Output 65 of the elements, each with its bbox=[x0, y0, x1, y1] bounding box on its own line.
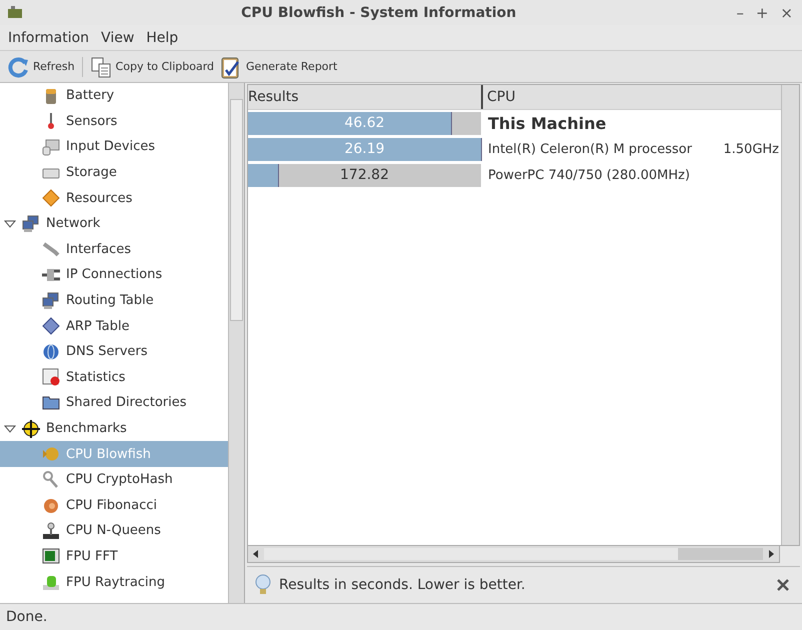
window-control[interactable]: – bbox=[733, 4, 747, 22]
menu-item[interactable]: Information bbox=[2, 30, 96, 46]
folder-icon bbox=[42, 394, 60, 412]
tree-item[interactable]: CPU CryptoHash bbox=[0, 466, 228, 492]
tree-item[interactable]: Storage bbox=[0, 160, 228, 186]
close-icon[interactable] bbox=[776, 578, 790, 592]
copy-icon bbox=[90, 56, 112, 78]
table-cell: PowerPC 740/750 (280.00MHz) bbox=[488, 168, 690, 182]
diamond-icon bbox=[42, 317, 60, 336]
lightbulb-icon bbox=[255, 574, 271, 596]
tree-item[interactable]: Sensors bbox=[0, 108, 228, 134]
tree-item[interactable]: Battery bbox=[0, 83, 228, 109]
tree-item[interactable]: DNS Servers bbox=[0, 338, 228, 365]
globe-icon bbox=[42, 342, 60, 361]
menu-item[interactable]: Help bbox=[140, 30, 184, 46]
tablet-icon bbox=[42, 138, 60, 156]
tree-item[interactable]: Shared Directories bbox=[0, 390, 228, 416]
tree-item[interactable]: Network bbox=[0, 210, 228, 237]
chart-table-icon bbox=[42, 368, 60, 386]
toolbar-button[interactable]: Refresh bbox=[4, 56, 78, 78]
computers-icon bbox=[42, 292, 60, 310]
tree-item[interactable]: Routing Table bbox=[0, 288, 228, 314]
result-bar: 46.62 bbox=[248, 112, 481, 134]
left-arrow-icon[interactable] bbox=[252, 549, 260, 559]
scrollbar[interactable] bbox=[228, 83, 244, 603]
tree-item[interactable]: Input Devices bbox=[0, 134, 228, 160]
window-control[interactable]: × bbox=[777, 4, 796, 22]
right-arrow-icon[interactable] bbox=[767, 549, 775, 559]
tree-item[interactable]: Benchmarks bbox=[0, 416, 228, 442]
table-cell: Intel(R) Celeron(R) M processor bbox=[488, 142, 692, 156]
scrollbar[interactable] bbox=[247, 546, 780, 563]
scrollbar[interactable] bbox=[781, 85, 799, 545]
fish-icon bbox=[42, 445, 60, 464]
tree-item[interactable]: FPU Raytracing bbox=[0, 569, 228, 595]
cylinder-icon bbox=[42, 573, 60, 592]
computers-icon bbox=[22, 214, 40, 233]
status-text: Done. bbox=[6, 609, 48, 625]
refresh-icon bbox=[7, 56, 29, 78]
info-message: Results in seconds. Lower is better. bbox=[279, 577, 526, 593]
crosshair-icon bbox=[22, 420, 40, 438]
result-bar: 26.19 bbox=[248, 138, 481, 160]
monitor-icon bbox=[42, 547, 60, 566]
tree-item[interactable]: IP Connections bbox=[0, 262, 228, 288]
tree-item[interactable]: Interfaces bbox=[0, 236, 228, 262]
column-header[interactable]: Results bbox=[248, 85, 481, 109]
tree-item[interactable]: CPU N-Queens bbox=[0, 518, 228, 544]
toolbar-button[interactable]: Copy to Clipboard bbox=[86, 56, 218, 78]
expanded-arrow-icon[interactable] bbox=[4, 422, 16, 435]
tree-item[interactable]: FPU FFT bbox=[0, 544, 228, 570]
tree-item[interactable]: Statistics bbox=[0, 364, 228, 390]
result-bar: 172.82 bbox=[248, 164, 481, 186]
table-cell: 1.50GHz bbox=[723, 142, 779, 156]
toolbar-button[interactable]: Generate Report bbox=[217, 54, 340, 78]
joystick-icon bbox=[42, 522, 60, 540]
shell-icon bbox=[42, 496, 60, 514]
menu-item[interactable]: View bbox=[95, 30, 140, 46]
app-icon bbox=[6, 6, 24, 20]
tree-item[interactable]: CPU Fibonacci bbox=[0, 492, 228, 518]
expanded-arrow-icon[interactable] bbox=[4, 218, 16, 230]
table-cell: This Machine bbox=[488, 114, 606, 132]
tree-item[interactable]: ARP Table bbox=[0, 313, 228, 339]
diamond-icon bbox=[42, 189, 60, 208]
window-control[interactable]: + bbox=[752, 4, 772, 22]
window-title: CPU Blowfish - System Information bbox=[240, 4, 518, 20]
tree-item[interactable]: Resources bbox=[0, 185, 228, 211]
